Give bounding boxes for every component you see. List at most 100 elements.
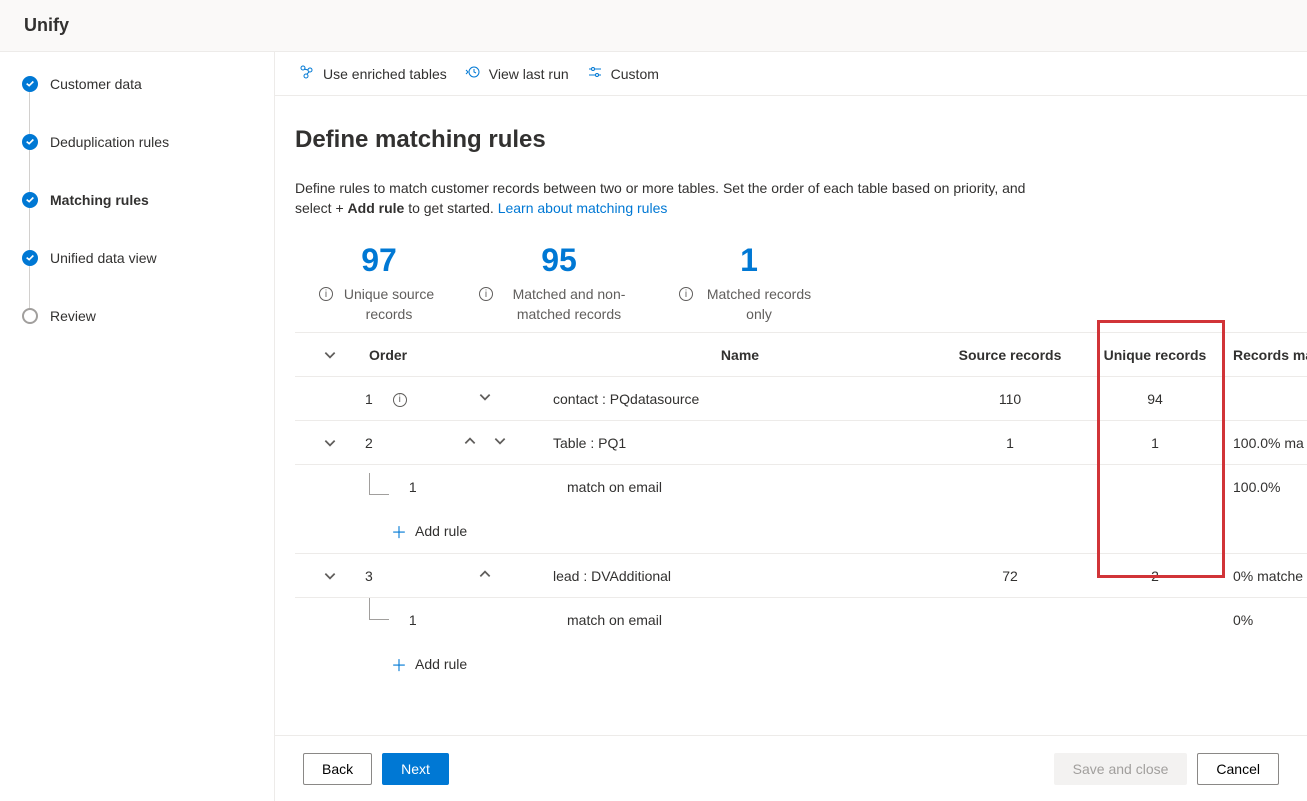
command-bar: Use enriched tables View last run Custom <box>275 52 1307 96</box>
main-panel: Use enriched tables View last run Custom… <box>275 52 1307 801</box>
sliders-icon <box>587 64 603 83</box>
stat-value: 95 <box>479 242 639 279</box>
step-label: Matching rules <box>50 192 149 208</box>
row-unique: 1 <box>1085 435 1225 451</box>
info-icon[interactable]: i <box>319 287 333 301</box>
footer-bar: Back Next Save and close Cancel <box>275 735 1307 801</box>
stepper: Customer data Deduplication rules Matchi… <box>22 76 274 324</box>
row-source: 72 <box>935 568 1085 584</box>
step-label: Unified data view <box>50 250 157 266</box>
info-icon[interactable]: i <box>679 287 693 301</box>
order-value: 3 <box>365 568 373 584</box>
tree-connector-icon <box>369 473 389 495</box>
history-icon <box>465 64 481 83</box>
row-unique: 2 <box>1085 568 1225 584</box>
table-row[interactable]: 3 lead : DVAdditional 72 2 0% matche <box>295 554 1307 598</box>
stat-label: Unique source records <box>339 285 439 324</box>
row-source: 110 <box>935 391 1085 407</box>
table-row[interactable]: 1 i contact : PQdatasource 110 94 <box>295 377 1307 421</box>
grid-header-row: Order Name Source records Unique records… <box>295 333 1307 377</box>
order-value: 1 <box>365 391 373 407</box>
rules-grid: Order Name Source records Unique records… <box>295 332 1307 686</box>
collapse-all-chevron[interactable] <box>295 348 365 362</box>
top-bar: Unify <box>0 0 1307 52</box>
page-description: Define rules to match customer records b… <box>295 178 1055 218</box>
chevron-up-icon[interactable] <box>478 567 492 584</box>
circle-icon <box>22 308 38 324</box>
subrow-match: 100.0% <box>1225 479 1307 495</box>
col-source-records[interactable]: Source records <box>935 347 1085 363</box>
learn-matching-rules-link[interactable]: Learn about matching rules <box>498 200 668 216</box>
add-rule-button[interactable]: ＋ Add rule <box>295 509 1307 554</box>
checkmark-icon <box>22 76 38 92</box>
row-source: 1 <box>935 435 1085 451</box>
cmd-label: Custom <box>611 66 659 82</box>
col-records-matched[interactable]: Records ma <box>1225 347 1307 363</box>
tree-connector-icon <box>369 598 389 620</box>
content-inner: Define matching rules Define rules to ma… <box>295 126 1307 686</box>
row-match: 0% matche <box>1225 568 1307 584</box>
table-row[interactable]: 2 Table : PQ1 1 1 100.0% ma <box>295 421 1307 465</box>
row-name: lead : DVAdditional <box>545 568 935 584</box>
step-label: Deduplication rules <box>50 134 169 150</box>
subrow-order: 1 <box>409 612 417 628</box>
cmd-label: View last run <box>489 66 569 82</box>
cmd-label: Use enriched tables <box>323 66 447 82</box>
info-icon[interactable]: i <box>393 393 407 407</box>
stat-label: Matched and non-matched records <box>499 285 639 324</box>
stat-value: 1 <box>679 242 819 279</box>
stat-unique-source: 97 i Unique source records <box>319 242 439 324</box>
order-value: 2 <box>365 435 373 451</box>
grid-wrap: Order Name Source records Unique records… <box>295 332 1307 686</box>
step-customer-data[interactable]: Customer data <box>22 76 274 92</box>
col-order[interactable]: Order <box>365 347 425 363</box>
save-and-close-button: Save and close <box>1054 753 1188 785</box>
col-unique-records[interactable]: Unique records <box>1085 347 1225 363</box>
checkmark-icon <box>22 192 38 208</box>
stat-matched-nonmatched: 95 i Matched and non-matched records <box>479 242 639 324</box>
stat-matched-only: 1 i Matched records only <box>679 242 819 324</box>
content-scroll[interactable]: Define matching rules Define rules to ma… <box>275 96 1307 735</box>
stats-row: 97 i Unique source records 95 i Matched an… <box>295 242 1307 324</box>
next-button[interactable]: Next <box>382 753 449 785</box>
step-review[interactable]: Review <box>22 308 274 324</box>
expand-row-chevron[interactable] <box>295 569 365 583</box>
row-match: 100.0% ma <box>1225 435 1307 451</box>
add-rule-label: Add rule <box>415 656 467 672</box>
step-deduplication[interactable]: Deduplication rules <box>22 134 274 150</box>
subrow-name: match on email <box>545 479 935 495</box>
back-button[interactable]: Back <box>303 753 372 785</box>
stat-label: Matched records only <box>699 285 819 324</box>
wizard-sidebar: Customer data Deduplication rules Matchi… <box>0 52 275 801</box>
table-subrow[interactable]: 1 match on email 0% <box>295 598 1307 642</box>
checkmark-icon <box>22 134 38 150</box>
cmd-custom[interactable]: Custom <box>587 64 659 83</box>
stat-value: 97 <box>319 242 439 279</box>
row-name: Table : PQ1 <box>545 435 935 451</box>
table-subrow[interactable]: 1 match on email 100.0% <box>295 465 1307 509</box>
checkmark-icon <box>22 250 38 266</box>
chevron-down-icon[interactable] <box>478 390 492 407</box>
chevron-up-icon[interactable] <box>463 434 477 451</box>
subrow-match: 0% <box>1225 612 1307 628</box>
sparkle-icon <box>299 64 315 83</box>
step-matching[interactable]: Matching rules <box>22 192 274 208</box>
subrow-order: 1 <box>409 479 417 495</box>
cmd-use-enriched-tables[interactable]: Use enriched tables <box>299 64 447 83</box>
cmd-view-last-run[interactable]: View last run <box>465 64 569 83</box>
row-name: contact : PQdatasource <box>545 391 935 407</box>
step-unified-data-view[interactable]: Unified data view <box>22 250 274 266</box>
chevron-down-icon[interactable] <box>493 434 507 451</box>
add-rule-button[interactable]: ＋ Add rule <box>295 642 1307 686</box>
expand-row-chevron[interactable] <box>295 436 365 450</box>
add-rule-label: Add rule <box>415 523 467 539</box>
plus-icon: ＋ <box>391 652 407 676</box>
step-label: Customer data <box>50 76 142 92</box>
info-icon[interactable]: i <box>479 287 493 301</box>
cancel-button[interactable]: Cancel <box>1197 753 1279 785</box>
row-unique: 94 <box>1085 391 1225 407</box>
plus-icon: ＋ <box>391 519 407 543</box>
subrow-name: match on email <box>545 612 935 628</box>
layout: Customer data Deduplication rules Matchi… <box>0 52 1307 801</box>
col-name[interactable]: Name <box>545 347 935 363</box>
